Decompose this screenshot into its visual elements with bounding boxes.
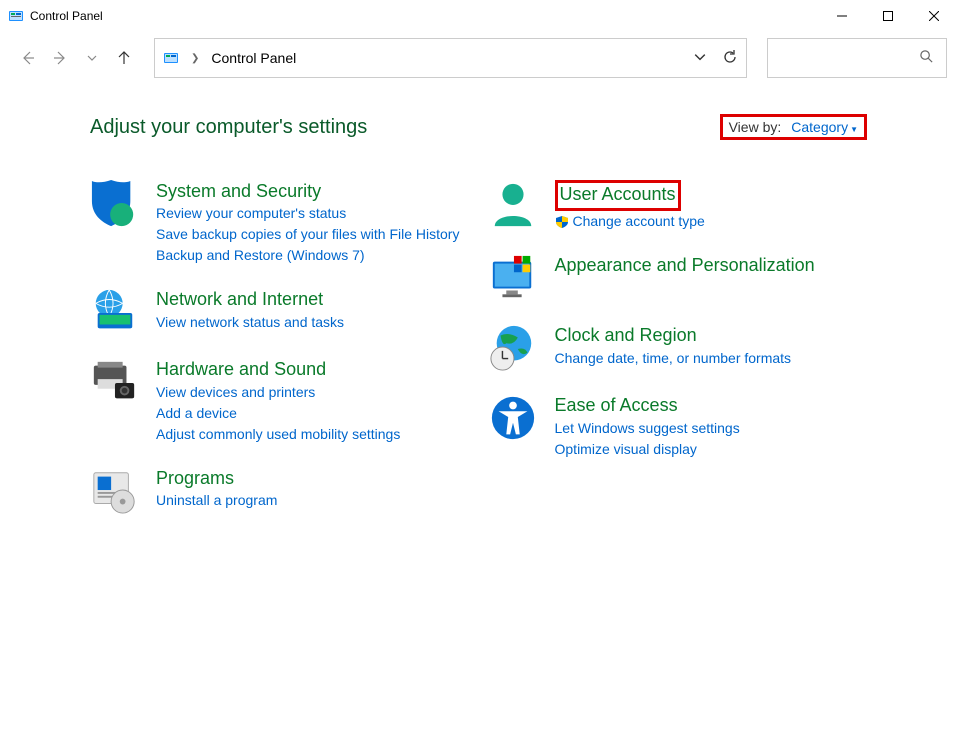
category-appearance: Appearance and Personalization [489, 254, 868, 302]
category-title[interactable]: Appearance and Personalization [555, 255, 815, 275]
shield-icon [90, 180, 138, 228]
category-title[interactable]: Network and Internet [156, 289, 323, 309]
user-icon [489, 180, 537, 228]
search-input[interactable] [767, 38, 947, 78]
view-by-value: Category [791, 119, 848, 135]
control-panel-icon [163, 50, 179, 66]
category-title[interactable]: System and Security [156, 181, 321, 201]
printer-camera-icon [90, 358, 138, 406]
category-hardware-sound: Hardware and Sound View devices and prin… [90, 358, 469, 444]
category-ease-of-access: Ease of Access Let Windows suggest setti… [489, 394, 868, 459]
recent-dropdown[interactable] [82, 48, 102, 68]
category-title[interactable]: Programs [156, 468, 234, 488]
address-bar[interactable]: ❯ Control Panel [154, 38, 747, 78]
content-area: Adjust your computer's settings View by:… [0, 84, 957, 557]
clock-globe-icon [489, 324, 537, 372]
column-right: User Accounts Change account type Appear… [489, 180, 868, 537]
caret-down-icon: ▼ [850, 125, 858, 134]
nav-arrows [18, 48, 134, 68]
category-network-internet: Network and Internet View network status… [90, 288, 469, 336]
nav-bar: ❯ Control Panel [0, 32, 957, 84]
control-panel-icon [8, 8, 24, 24]
category-title[interactable]: Ease of Access [555, 395, 678, 415]
link-suggest-settings[interactable]: Let Windows suggest settings [555, 418, 868, 439]
title-bar: Control Panel [0, 0, 957, 32]
link-network-status[interactable]: View network status and tasks [156, 312, 469, 333]
category-title[interactable]: Hardware and Sound [156, 359, 326, 379]
category-system-security: System and Security Review your computer… [90, 180, 469, 266]
search-icon [919, 49, 934, 67]
link-mobility-settings[interactable]: Adjust commonly used mobility settings [156, 424, 469, 445]
link-change-account-type[interactable]: Change account type [573, 211, 705, 232]
link-devices-printers[interactable]: View devices and printers [156, 382, 469, 403]
programs-icon [90, 467, 138, 515]
category-title[interactable]: User Accounts [560, 184, 676, 204]
refresh-button[interactable] [722, 49, 738, 68]
view-by-selector[interactable]: View by: Category▼ [720, 114, 867, 140]
chevron-down-icon[interactable] [694, 51, 706, 66]
back-button[interactable] [18, 48, 38, 68]
link-uninstall-program[interactable]: Uninstall a program [156, 490, 469, 511]
category-user-accounts: User Accounts Change account type [489, 180, 868, 232]
window-controls [819, 0, 957, 32]
link-review-status[interactable]: Review your computer's status [156, 203, 469, 224]
link-optimize-display[interactable]: Optimize visual display [555, 439, 868, 460]
column-left: System and Security Review your computer… [90, 180, 469, 537]
chevron-right-icon[interactable]: ❯ [191, 53, 199, 64]
accessibility-icon [489, 394, 537, 442]
breadcrumb-control-panel[interactable]: Control Panel [211, 50, 296, 66]
content-header: Adjust your computer's settings View by:… [90, 114, 867, 140]
link-file-history[interactable]: Save backup copies of your files with Fi… [156, 224, 469, 245]
close-button[interactable] [911, 0, 957, 32]
forward-button[interactable] [50, 48, 70, 68]
title-left: Control Panel [8, 8, 103, 24]
link-add-device[interactable]: Add a device [156, 403, 469, 424]
maximize-button[interactable] [865, 0, 911, 32]
category-grid: System and Security Review your computer… [90, 180, 867, 537]
window-title: Control Panel [30, 9, 103, 23]
link-backup-restore[interactable]: Backup and Restore (Windows 7) [156, 245, 469, 266]
category-clock-region: Clock and Region Change date, time, or n… [489, 324, 868, 372]
view-by-label: View by: [729, 119, 782, 135]
link-change-date-time[interactable]: Change date, time, or number formats [555, 348, 868, 369]
category-title[interactable]: Clock and Region [555, 325, 697, 345]
monitor-theme-icon [489, 254, 537, 302]
uac-shield-icon [555, 215, 569, 229]
page-title: Adjust your computer's settings [90, 116, 367, 139]
globe-network-icon [90, 288, 138, 336]
minimize-button[interactable] [819, 0, 865, 32]
up-button[interactable] [114, 48, 134, 68]
category-programs: Programs Uninstall a program [90, 467, 469, 515]
